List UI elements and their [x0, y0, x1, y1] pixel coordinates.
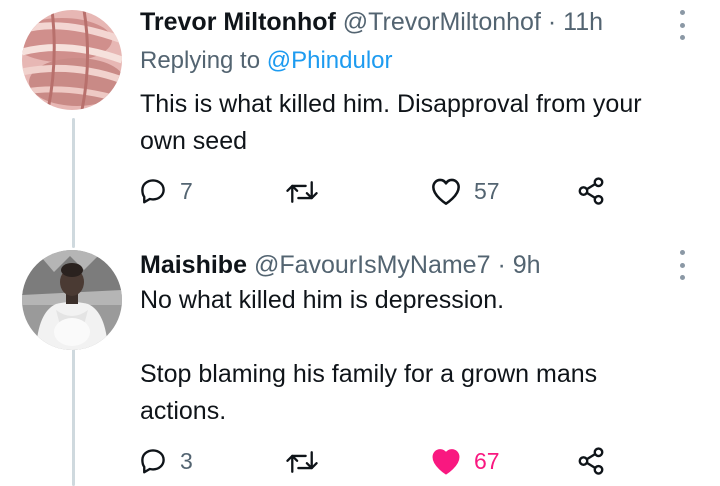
reply-button[interactable]: 7 [138, 176, 193, 206]
retweet-icon [286, 181, 318, 203]
display-name[interactable]: Trevor Miltonhof [140, 8, 336, 36]
handle[interactable]: @TrevorMiltonhof [343, 8, 541, 36]
thread-line [72, 348, 75, 486]
share-button[interactable] [576, 176, 606, 206]
handle[interactable]: @FavourIsMyName7 [254, 251, 491, 279]
tweet-text: No what killed him is depression. Stop b… [140, 282, 700, 430]
retweet-button[interactable] [285, 178, 319, 206]
replying-label: Replying to [140, 47, 261, 74]
like-count: 57 [474, 177, 500, 204]
replying-to: Replying to @Phindulor [140, 47, 393, 75]
woman-photo-icon [22, 250, 122, 350]
tweet-text: This is what killed him. Disapproval fro… [140, 86, 700, 160]
share-icon [578, 177, 604, 205]
tweet-text-line: own seed [140, 127, 248, 155]
reply-count: 7 [180, 177, 193, 204]
avatar[interactable] [22, 10, 122, 110]
tweet-header: Trevor Miltonhof @TrevorMiltonhof · 11h [140, 8, 603, 37]
tweet-header: Maishibe @FavourIsMyName7 · 9h [140, 251, 541, 280]
reply-icon [141, 449, 165, 474]
share-button[interactable] [576, 446, 606, 476]
timestamp[interactable]: 9h [513, 251, 541, 279]
separator: · [497, 251, 506, 279]
reply-icon [141, 179, 165, 204]
separator: · [547, 8, 557, 36]
reply-button[interactable]: 3 [138, 446, 193, 476]
tweet-text-line: This is what killed him. Disapproval fro… [140, 90, 642, 118]
tweet-text-line: No what killed him is depression. [140, 286, 505, 314]
tweet-text-line: actions. [140, 397, 227, 425]
like-button[interactable]: 57 [430, 176, 500, 206]
hands-photo-icon [22, 10, 122, 110]
avatar[interactable] [22, 250, 122, 350]
heart-filled-icon [432, 449, 460, 475]
more-options-icon[interactable] [676, 250, 688, 280]
display-name[interactable]: Maishibe [140, 251, 247, 279]
tweet-text-line [140, 319, 700, 356]
like-count: 67 [474, 447, 500, 474]
more-options-icon[interactable] [676, 10, 688, 40]
retweet-icon [286, 451, 318, 473]
replying-mention[interactable]: @Phindulor [267, 47, 393, 74]
thread-line [72, 118, 75, 248]
heart-outline-icon [432, 178, 460, 205]
timestamp[interactable]: 11h [563, 8, 603, 36]
tweet-text-line: Stop blaming his family for a grown mans [140, 360, 598, 388]
reply-count: 3 [180, 447, 193, 474]
retweet-button[interactable] [285, 448, 319, 476]
share-icon [578, 447, 604, 475]
like-button[interactable]: 67 [430, 446, 500, 476]
